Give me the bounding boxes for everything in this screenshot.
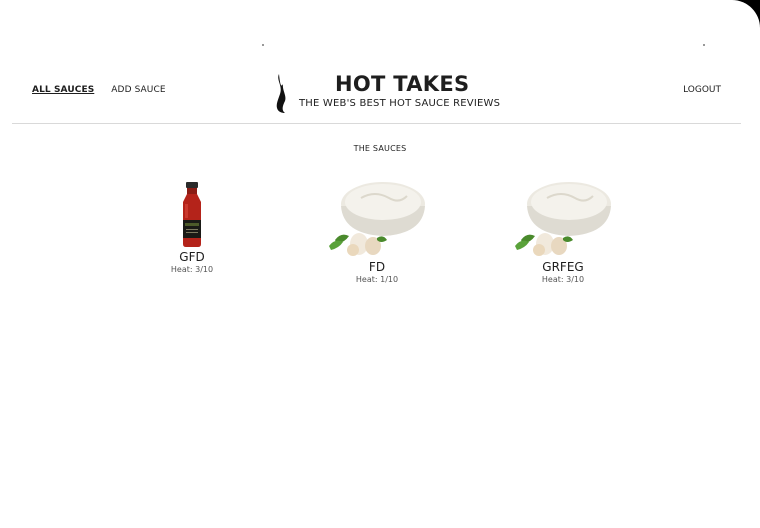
flame-icon bbox=[276, 74, 286, 113]
sauce-name: GFD bbox=[179, 250, 205, 264]
site-header: ALL SAUCES ADD SAUCE HOT TAKES THE WEB'S… bbox=[12, 60, 741, 124]
garlic-sauce-image bbox=[515, 182, 611, 256]
main-nav: ALL SAUCES ADD SAUCE bbox=[32, 85, 166, 95]
sauce-bottle-image bbox=[183, 182, 201, 247]
brand-title: HOT TAKES bbox=[335, 72, 470, 96]
sauce-name: GRFEG bbox=[542, 260, 584, 274]
garlic-sauce-image bbox=[329, 182, 425, 256]
logout-link[interactable]: LOGOUT bbox=[683, 85, 721, 95]
nav-add-sauce[interactable]: ADD SAUCE bbox=[111, 85, 165, 95]
sauce-card[interactable]: GRFEG Heat: 3/10 bbox=[483, 180, 643, 284]
brand[interactable]: HOT TAKES THE WEB'S BEST HOT SAUCE REVIE… bbox=[274, 72, 514, 116]
sauce-card[interactable]: GFD Heat: 3/10 bbox=[112, 182, 272, 274]
brand-subtitle: THE WEB'S BEST HOT SAUCE REVIEWS bbox=[299, 98, 501, 109]
sauce-heat: Heat: 3/10 bbox=[541, 275, 585, 284]
section-title: THE SAUCES bbox=[353, 144, 407, 153]
speck bbox=[262, 44, 264, 46]
sauce-name: FD bbox=[368, 260, 386, 274]
nav-all-sauces[interactable]: ALL SAUCES bbox=[32, 85, 94, 95]
sauce-heat: Heat: 1/10 bbox=[355, 275, 399, 284]
sauce-card[interactable]: FD Heat: 1/10 bbox=[297, 180, 457, 284]
speck bbox=[703, 44, 705, 46]
window-corner bbox=[726, 0, 760, 28]
sauce-heat: Heat: 3/10 bbox=[170, 265, 214, 274]
